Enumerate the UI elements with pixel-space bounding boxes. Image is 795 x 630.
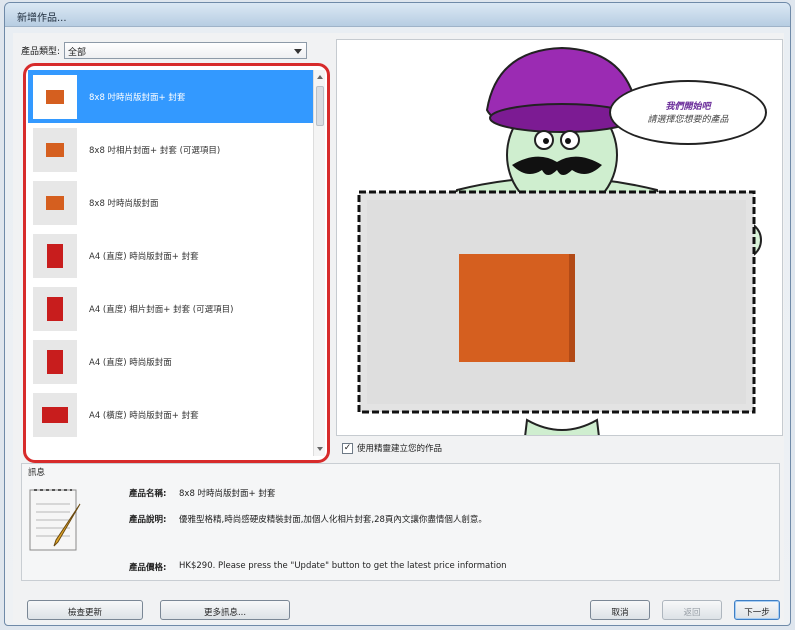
product-list-item[interactable]: A4 (直度) 相片封面+ 封套 (可選項目) — [28, 282, 318, 335]
product-thumbnail — [33, 180, 77, 225]
cover-thumbnail-icon — [46, 89, 64, 104]
product-name-label: 產品名稱: — [129, 489, 167, 499]
product-type-label: 產品類型: — [21, 46, 61, 57]
product-thumbnail — [33, 127, 77, 172]
check-update-button[interactable]: 檢查更新 — [27, 600, 143, 620]
next-button[interactable]: 下一步 — [734, 600, 780, 620]
wizard-option[interactable]: ✓ 使用精靈建立您的作品 — [342, 442, 442, 454]
scroll-thumb[interactable] — [316, 86, 324, 126]
product-list-item-label: A4 (直度) 時尚版封面 — [89, 357, 172, 368]
cover-thumbnail-icon — [46, 195, 64, 210]
product-name-row: 產品名稱: 8x8 吋時尚版封面+ 封套 — [129, 487, 275, 499]
product-type-filter: 產品類型: 全部 — [21, 40, 308, 60]
product-desc-value: 優雅型格精,時尚感硬皮精裝封面,加個人化相片封套,28頁內文讓你盡情個人創意。 — [179, 515, 487, 525]
more-info-button[interactable]: 更多訊息... — [160, 600, 290, 620]
product-desc-label: 產品說明: — [129, 515, 167, 525]
cover-thumbnail-icon — [46, 142, 64, 157]
product-price-value: HK$290. Please press the "Update" button… — [179, 561, 507, 571]
product-thumbnail — [33, 233, 77, 278]
product-type-select[interactable]: 全部 — [64, 41, 308, 59]
product-list-item-label: 8x8 吋時尚版封面 — [89, 198, 159, 209]
back-button[interactable]: 返回 — [662, 600, 722, 620]
product-list-item[interactable]: 8x8 吋相片封面+ 封套 (可選項目) — [28, 123, 318, 176]
speech-line-1: 我們開始吧 — [665, 102, 711, 112]
product-list-item-label: A4 (橫度) 時尚版封面+ 封套 — [89, 410, 199, 421]
scroll-up-icon[interactable] — [317, 75, 323, 79]
wizard-option-label: 使用精靈建立您的作品 — [357, 444, 443, 454]
product-list: 8x8 吋時尚版封面+ 封套 8x8 吋相片封面+ 封套 (可選項目) 8x8 吋時… — [28, 70, 318, 441]
product-list-item-label: A4 (直度) 相片封面+ 封套 (可選項目) — [89, 304, 234, 315]
product-list-item[interactable]: 8x8 吋時尚版封面+ 封套 — [28, 70, 318, 123]
wizard-checkbox[interactable]: ✓ — [342, 442, 353, 454]
cover-thumbnail-icon — [42, 406, 68, 423]
chevron-down-icon — [294, 48, 303, 54]
product-thumbnail — [33, 392, 77, 437]
product-list-item-label: 8x8 吋相片封面+ 封套 (可選項目) — [89, 145, 221, 156]
product-thumbnail — [33, 74, 77, 119]
title-bar: 新增作品... — [5, 3, 790, 27]
product-price-row: 產品價格: HK$290. Please press the "Update" … — [129, 561, 507, 573]
product-list-item[interactable]: A4 (橫度) 時尚版封面+ 封套 — [28, 388, 318, 441]
new-project-dialog: 新增作品... 產品類型: 全部 8x8 吋時尚版封面+ 封套 8x8 吋相片封面… — [4, 2, 791, 626]
product-list-item-label: A4 (直度) 時尚版封面+ 封套 — [89, 251, 199, 262]
product-price-label: 產品價格: — [129, 563, 167, 573]
product-list-item[interactable]: A4 (直度) 時尚版封面 — [28, 335, 318, 388]
product-thumbnail — [33, 286, 77, 331]
info-panel: 訊息 產品名稱: 8x8 吋時尚版封面+ 封套 產品說明: 優雅型格精,時尚感硬… — [21, 463, 780, 581]
product-desc-row: 產品說明: 優雅型格精,時尚感硬皮精裝封面,加個人化相片封套,28頁內文讓你盡情… — [129, 513, 487, 525]
cancel-button[interactable]: 取消 — [590, 600, 650, 620]
notepad-icon — [29, 489, 81, 551]
dialog-body: 產品類型: 全部 8x8 吋時尚版封面+ 封套 8x8 吋相片封面+ 封套 (可選… — [13, 33, 784, 623]
scroll-down-icon[interactable] — [317, 447, 323, 451]
list-scrollbar[interactable] — [313, 70, 325, 456]
product-list-item[interactable]: 8x8 吋時尚版封面 — [28, 176, 318, 229]
cover-thumbnail-icon — [47, 296, 63, 321]
product-list-item-label: 8x8 吋時尚版封面+ 封套 — [89, 92, 186, 103]
product-list-frame: 8x8 吋時尚版封面+ 封套 8x8 吋相片封面+ 封套 (可選項目) 8x8 吋時… — [23, 63, 330, 463]
product-thumbnail — [33, 339, 77, 384]
cover-thumbnail-icon — [47, 243, 63, 268]
product-preview: 我們開始吧 請選擇您想要的產品 — [336, 39, 783, 436]
product-name-value: 8x8 吋時尚版封面+ 封套 — [179, 489, 276, 499]
product-list-item[interactable]: A4 (直度) 時尚版封面+ 封套 — [28, 229, 318, 282]
window-title: 新增作品... — [17, 13, 67, 24]
speech-line-2: 請選擇您想要的產品 — [647, 115, 729, 125]
speech-bubble: 我們開始吧 請選擇您想要的產品 — [609, 80, 767, 145]
product-type-value: 全部 — [68, 47, 87, 58]
cover-thumbnail-icon — [47, 349, 63, 374]
info-section-title: 訊息 — [28, 468, 46, 478]
